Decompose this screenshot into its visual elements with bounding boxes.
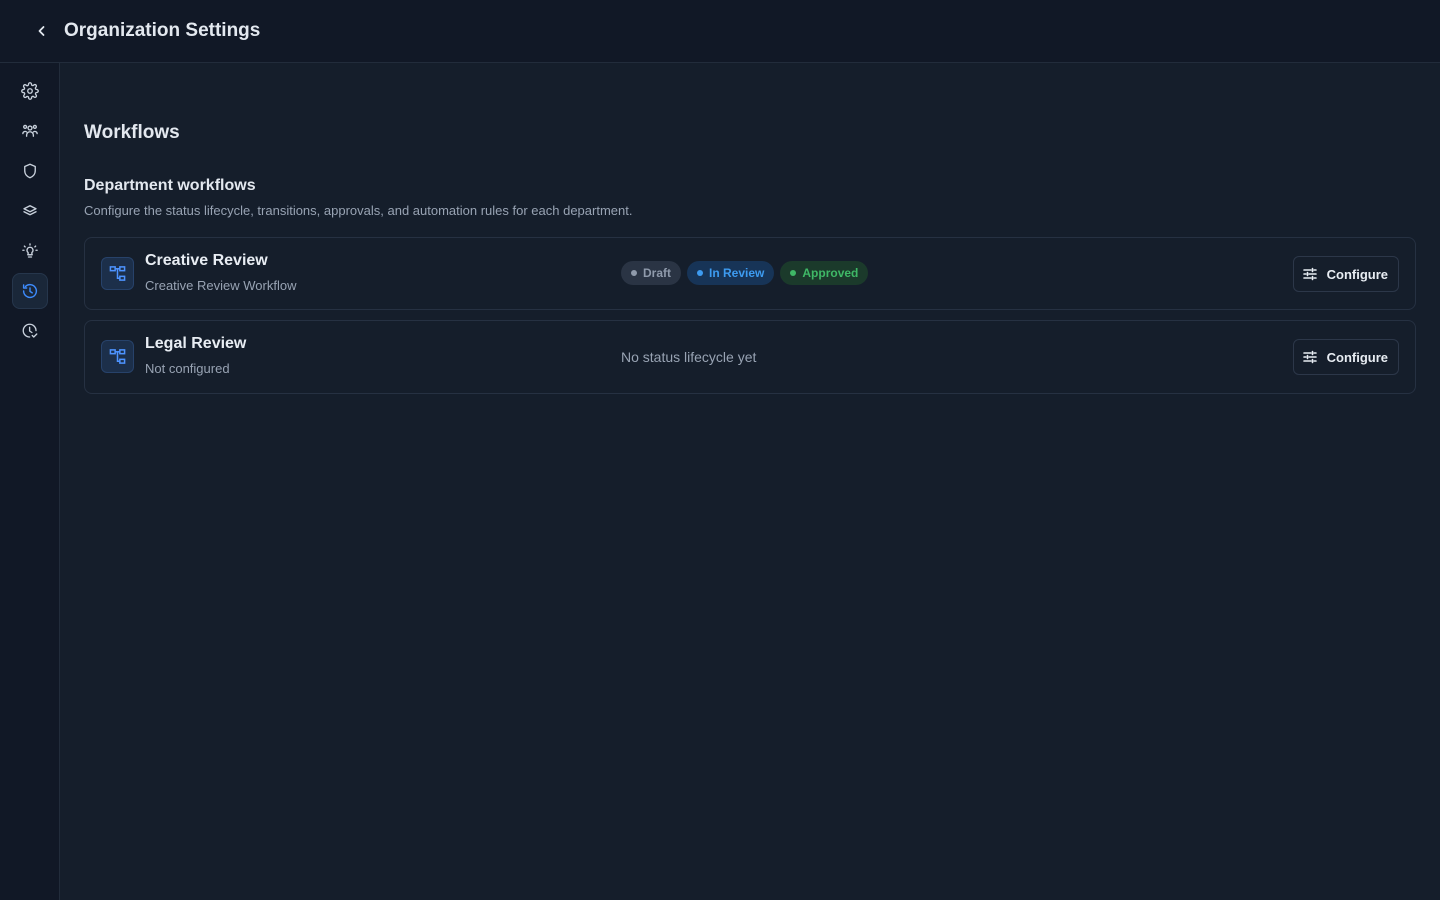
settings-sidebar bbox=[0, 63, 60, 900]
sidebar-item-members[interactable] bbox=[12, 113, 48, 149]
status-dot bbox=[631, 270, 637, 276]
sidebar-item-workflows[interactable] bbox=[12, 273, 48, 309]
empty-lifecycle-text: No status lifecycle yet bbox=[621, 349, 757, 365]
status-badge-in-review: In Review bbox=[687, 261, 775, 285]
configure-button-label: Configure bbox=[1326, 266, 1388, 282]
status-badge-label: Draft bbox=[643, 266, 672, 280]
chevron-left-icon bbox=[38, 26, 45, 36]
status-badge-approved: Approved bbox=[780, 261, 869, 285]
page-title: Workflows bbox=[84, 122, 180, 143]
workflow-icon-badge bbox=[101, 257, 134, 290]
status-lifecycle: Draft In Review Approved bbox=[621, 261, 869, 285]
sliders-icon bbox=[1302, 267, 1317, 281]
lightbulb-icon bbox=[22, 243, 38, 258]
back-button[interactable] bbox=[28, 17, 56, 45]
workflow-subtitle: Not configured bbox=[145, 361, 230, 376]
sidebar-item-general[interactable] bbox=[12, 73, 48, 109]
users-icon bbox=[22, 124, 38, 137]
workflow-card-creative-review: Creative Review Creative Review Workflow… bbox=[84, 237, 1416, 310]
workflow-icon-badge bbox=[101, 340, 134, 373]
workflow-subtitle: Creative Review Workflow bbox=[145, 278, 297, 293]
workflow-card-legal-review: Legal Review Not configured No status li… bbox=[84, 320, 1416, 394]
workflow-icon bbox=[109, 266, 126, 281]
configure-button[interactable]: Configure bbox=[1292, 256, 1399, 292]
shield-icon bbox=[24, 163, 36, 179]
sidebar-item-sla[interactable] bbox=[12, 313, 48, 349]
main-content: Workflows Department workflows Configure… bbox=[60, 63, 1440, 900]
section-title: Department workflows bbox=[84, 177, 256, 194]
sidebar-item-security[interactable] bbox=[12, 153, 48, 189]
clock-check-icon bbox=[22, 323, 38, 338]
sliders-icon bbox=[1302, 350, 1317, 364]
workflow-icon bbox=[109, 349, 126, 364]
workflow-name: Creative Review bbox=[145, 252, 268, 269]
status-badge-draft: Draft bbox=[621, 261, 682, 285]
section-description: Configure the status lifecycle, transiti… bbox=[84, 203, 633, 218]
status-badge-label: In Review bbox=[709, 266, 765, 280]
sidebar-item-ideas[interactable] bbox=[12, 233, 48, 269]
configure-button[interactable]: Configure bbox=[1292, 339, 1399, 375]
status-badge-label: Approved bbox=[802, 266, 859, 280]
status-dot bbox=[790, 270, 797, 276]
history-icon bbox=[22, 283, 38, 299]
sidebar-item-layers[interactable] bbox=[12, 193, 48, 229]
page-header-title: Organization Settings bbox=[64, 20, 261, 41]
configure-button-label: Configure bbox=[1326, 349, 1388, 365]
gear-icon bbox=[21, 82, 39, 100]
top-bar: Organization Settings bbox=[0, 0, 1440, 63]
workflow-name: Legal Review bbox=[145, 335, 247, 352]
status-dot bbox=[697, 270, 704, 276]
layers-icon bbox=[23, 205, 37, 216]
